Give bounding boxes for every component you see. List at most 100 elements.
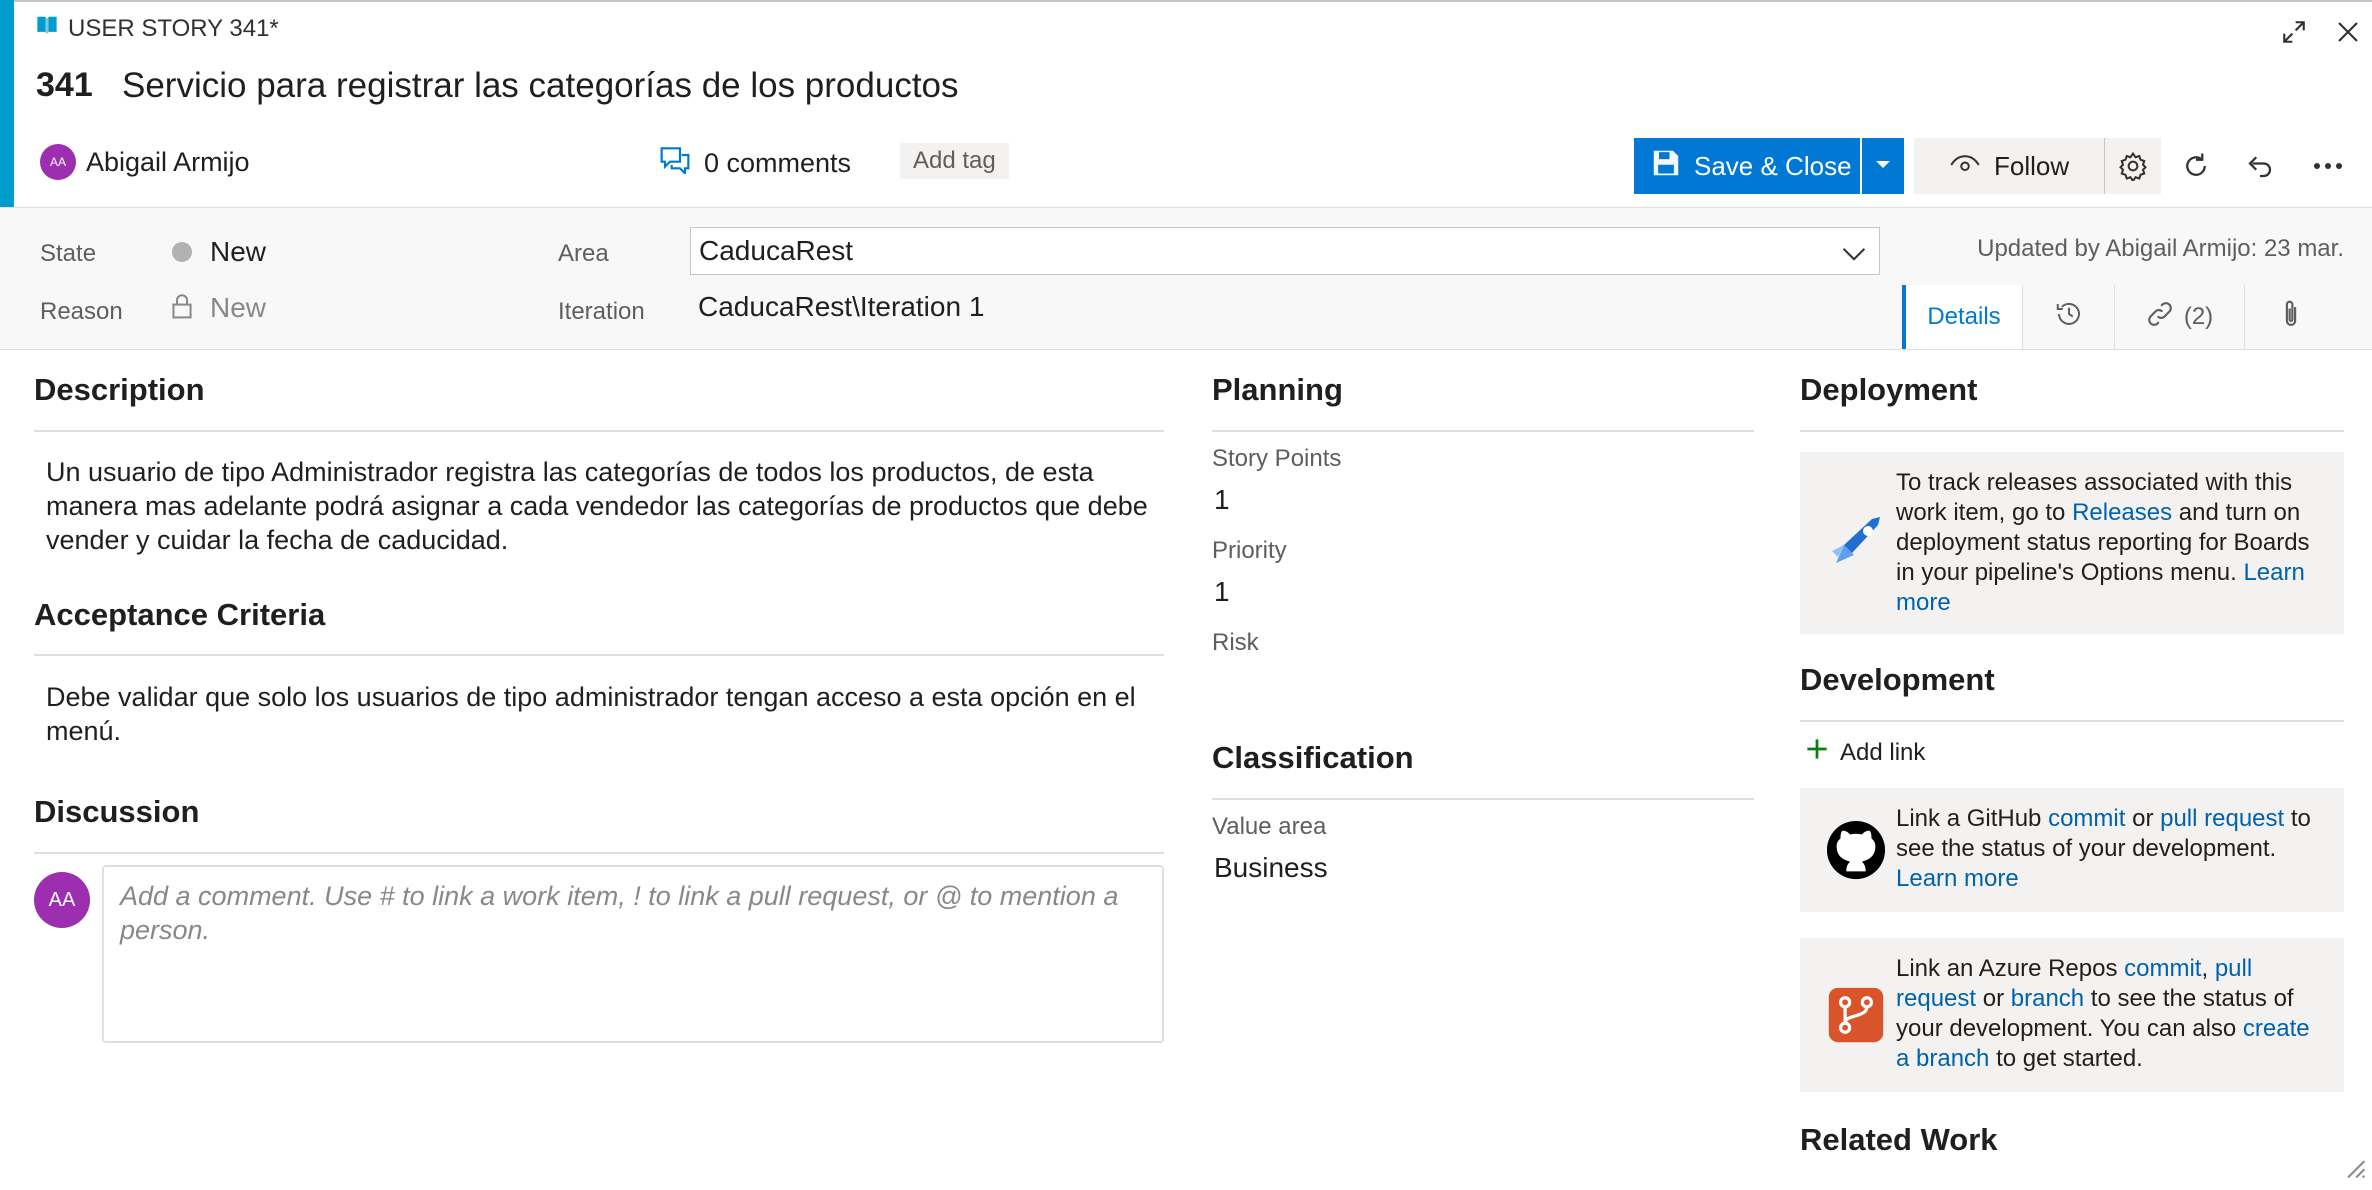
priority-select[interactable]: 1 [1214, 576, 1230, 608]
reason-label: Reason [40, 298, 123, 325]
save-icon [1652, 149, 1680, 184]
undo-icon[interactable] [2232, 138, 2288, 194]
gear-icon[interactable] [2105, 138, 2161, 194]
save-close-label: Save & Close [1694, 150, 1852, 181]
follow-label: Follow [1994, 150, 2070, 181]
iteration-label: Iteration [558, 298, 645, 325]
azure-text-2: , [2201, 955, 2215, 982]
state-label: State [40, 240, 97, 267]
divider [1212, 798, 1754, 800]
work-item-form: USER STORY 341* 341 Servicio para regist… [0, 0, 2372, 1190]
development-title: Development [1800, 662, 1995, 697]
deployment-text: To track releases associated with this w… [1896, 468, 2328, 618]
deployment-card: To track releases associated with this w… [1800, 452, 2344, 634]
azure-commit-link[interactable]: commit [2124, 955, 2201, 982]
tab-links-count: (2) [2183, 303, 2214, 330]
azure-repos-text: Link an Azure Repos commit, pull request… [1896, 954, 2328, 1076]
maximize-icon[interactable] [2274, 12, 2314, 52]
divider [34, 852, 1164, 854]
tab-details-label: Details [1927, 303, 2001, 330]
follow-button[interactable]: Follow [1914, 138, 2104, 194]
comments-count: 0 comments [704, 148, 852, 178]
related-work-title: Related Work [1800, 1122, 1998, 1157]
github-card: Link a GitHub commit or pull request to … [1800, 788, 2344, 912]
refresh-icon[interactable] [2168, 138, 2224, 194]
work-item-title[interactable]: Servicio para registrar las categorías d… [122, 66, 959, 106]
avatar: AA [40, 144, 76, 180]
state-dot-icon [172, 242, 192, 262]
description-title: Description [34, 372, 205, 407]
divider [1800, 430, 2344, 432]
risk-label: Risk [1212, 629, 1259, 656]
acceptance-criteria-text[interactable]: Debe validar que solo los usuarios de ti… [46, 680, 1156, 748]
area-select[interactable]: CaducaRest [690, 227, 1880, 275]
form-tabs: Details (2) [1902, 285, 2336, 349]
eye-icon [1950, 151, 1980, 182]
save-options-dropdown[interactable] [1862, 138, 1904, 194]
comment-input[interactable]: Add a comment. Use # to link a work item… [102, 865, 1164, 1043]
history-icon [2054, 299, 2084, 336]
github-commit-link[interactable]: commit [2048, 805, 2125, 832]
work-item-type-label: USER STORY 341* [36, 14, 279, 43]
more-actions-icon[interactable] [2300, 138, 2356, 194]
add-link-label: Add link [1840, 738, 1926, 766]
reason-value: New [210, 292, 267, 323]
lock-icon [172, 293, 192, 324]
work-item-type-text: USER STORY 341* [68, 14, 279, 42]
value-area-label: Value area [1212, 813, 1327, 840]
paperclip-icon [2280, 299, 2302, 336]
assigned-to[interactable]: AA Abigail Armijo [40, 144, 250, 180]
divider [1212, 430, 1754, 432]
planning-title: Planning [1212, 372, 1343, 407]
priority-label: Priority [1212, 537, 1287, 564]
value-area-select[interactable]: Business [1214, 852, 1328, 884]
story-points-label: Story Points [1212, 445, 1342, 472]
add-link-button[interactable]: Add link [1806, 738, 1925, 767]
area-label: Area [558, 240, 609, 267]
comments-link[interactable]: 0 comments [660, 146, 851, 181]
divider [1800, 720, 2344, 722]
releases-link[interactable]: Releases [2072, 499, 2172, 526]
azure-repos-card: Link an Azure Repos commit, pull request… [1800, 938, 2344, 1092]
plus-icon [1806, 738, 1828, 767]
top-border [0, 0, 2372, 2]
area-value: CaducaRest [699, 235, 854, 266]
chevron-down-icon [1841, 240, 1867, 272]
azure-repos-icon [1816, 954, 1896, 1076]
github-learn-more-link[interactable]: Learn more [1896, 865, 2019, 892]
tab-attachments[interactable] [2244, 285, 2336, 349]
book-icon [36, 14, 58, 43]
save-close-button[interactable]: Save & Close [1634, 138, 1860, 194]
tab-history[interactable] [2022, 285, 2114, 349]
assignee-name: Abigail Armijo [86, 146, 250, 177]
description-text[interactable]: Un usuario de tipo Administrador registr… [46, 455, 1156, 557]
chevron-down-icon [1875, 157, 1891, 175]
updated-info: Updated by Abigail Armijo: 23 mar. [1977, 235, 2344, 262]
state-field[interactable]: New [172, 236, 266, 268]
close-icon[interactable] [2328, 12, 2368, 52]
tab-links[interactable]: (2) [2114, 285, 2244, 349]
github-text-2: or [2125, 805, 2161, 832]
state-value: New [210, 236, 267, 267]
link-icon [2146, 300, 2174, 335]
azure-text-1: Link an Azure Repos [1896, 955, 2125, 982]
github-text: Link a GitHub commit or pull request to … [1896, 804, 2328, 896]
discussion-title: Discussion [34, 794, 200, 829]
divider [34, 654, 1164, 656]
risk-select[interactable] [1212, 662, 1612, 698]
deployment-title: Deployment [1800, 372, 1978, 407]
tab-details[interactable]: Details [1902, 285, 2022, 349]
azure-text-5: to get started. [1989, 1045, 2143, 1072]
story-points-input[interactable]: 1 [1214, 484, 1230, 516]
github-pull-request-link[interactable]: pull request [2160, 805, 2284, 832]
iteration-value[interactable]: CaducaRest\Iteration 1 [698, 291, 984, 323]
work-item-type-color-bar [0, 0, 14, 207]
github-text-1: Link a GitHub [1896, 805, 2049, 832]
github-icon [1816, 804, 1896, 896]
avatar: AA [34, 872, 90, 928]
add-tag-button[interactable]: Add tag [900, 143, 1009, 179]
resize-grip-icon[interactable] [2340, 1153, 2366, 1184]
azure-branch-link[interactable]: branch [2011, 985, 2084, 1012]
acceptance-criteria-title: Acceptance Criteria [34, 597, 326, 632]
rocket-icon [1816, 468, 1896, 618]
